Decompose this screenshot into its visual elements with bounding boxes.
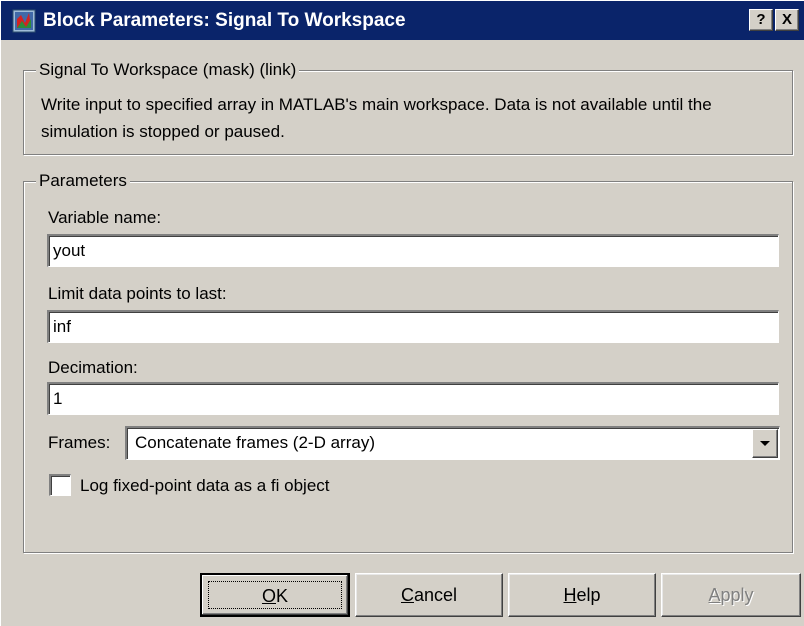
window-title: Block Parameters: Signal To Workspace [43,10,406,31]
cancel-button-label-rest: ancel [413,585,458,605]
cancel-button-mnemonic: C [400,585,414,605]
cancel-button[interactable]: Cancel [355,573,503,617]
title-bar[interactable]: Block Parameters: Signal To Workspace ? … [1,1,804,40]
apply-button-label-rest: pply [720,585,754,605]
apply-button[interactable]: Apply [661,573,801,617]
help-icon[interactable]: ? [749,9,773,31]
help-button-label-rest: elp [576,585,601,605]
decimation-label: Decimation: [48,358,138,377]
variable-name-input[interactable]: yout [47,234,779,267]
limit-data-points-label: Limit data points to last: [48,284,227,303]
block-parameters-dialog: Block Parameters: Signal To Workspace ? … [0,0,804,626]
chevron-down-icon[interactable] [752,429,778,458]
frames-label: Frames: [48,433,111,452]
decimation-input[interactable]: 1 [47,382,779,415]
limit-data-points-input[interactable]: inf [47,310,779,343]
log-fixed-point-label: Log fixed-point data as a fi object [80,476,330,495]
block-description: Write input to specified array in MATLAB… [41,95,712,141]
frames-select[interactable]: Concatenate frames (2-D array) [125,426,780,460]
variable-name-label: Variable name: [48,208,162,227]
parameters-group-legend: Parameters [36,170,130,192]
description-group-legend: Signal To Workspace (mask) (link) [36,59,300,81]
help-button[interactable]: Help [508,573,656,617]
frames-select-value: Concatenate frames (2-D array) [135,433,375,452]
ok-button[interactable]: OK [200,573,350,617]
log-fixed-point-checkbox[interactable] [49,474,71,496]
help-button-mnemonic: H [563,585,577,605]
simulink-block-icon [12,9,36,33]
close-icon[interactable]: X [775,9,799,31]
focus-rect [208,581,342,609]
apply-button-mnemonic: A [708,585,721,605]
